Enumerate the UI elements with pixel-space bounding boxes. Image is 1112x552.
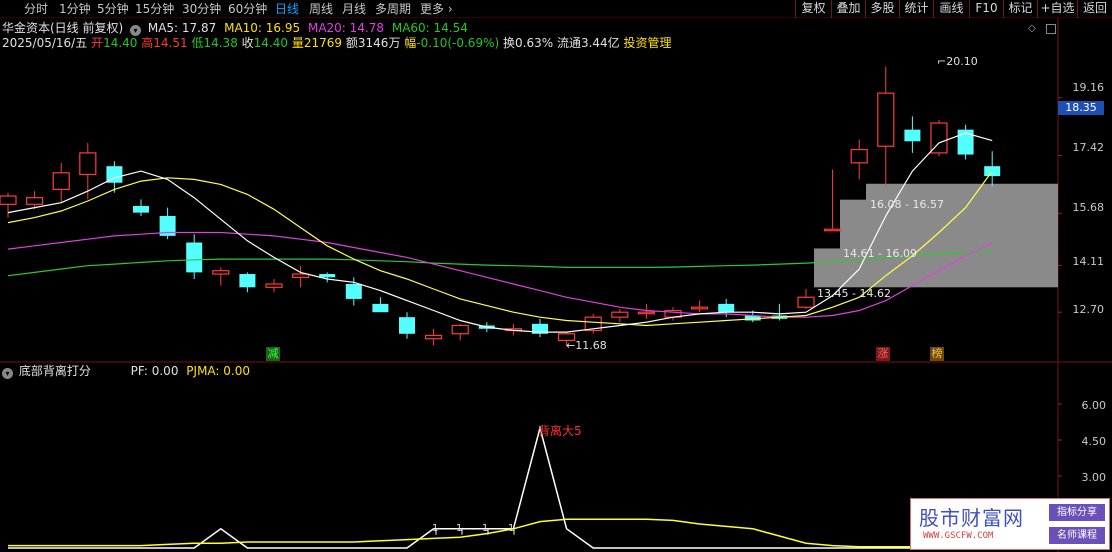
price-tick: 15.68 (1072, 201, 1105, 214)
candle-body (797, 296, 815, 308)
price-tick: 19.16 (1072, 81, 1105, 94)
zone2-label: 14.61 - 16.09 (843, 247, 917, 260)
candle-body (292, 273, 310, 278)
watermark-url: WWW.GSCFW.COM (923, 531, 994, 541)
candle-body (372, 303, 389, 313)
pf-line (8, 425, 993, 549)
indicator-name: 底部背离打分 (18, 364, 91, 378)
current-price-tag: 18.35 (1058, 101, 1104, 115)
indicator-tick: 3.00 (1081, 471, 1107, 484)
candle-body (79, 152, 97, 176)
candle-body (850, 148, 868, 164)
high-mark-value: 20.10 (946, 55, 978, 68)
indicator-tick: 4.50 (1081, 435, 1107, 448)
zone1-label: 16.08 - 16.57 (870, 198, 944, 211)
maximize-icon[interactable] (1046, 24, 1056, 34)
candle-body (212, 270, 230, 275)
indicator-header: ▾ 底部背离打分 PF: 0.00 PJMA: 0.00 (2, 364, 250, 379)
candle-body (637, 311, 656, 315)
low-annotation: ←11.68 (566, 339, 607, 352)
watermark-tag-course: 名师课程 (1049, 527, 1105, 544)
high-annotation: ⌐20.10 (937, 55, 978, 68)
candle-body (345, 283, 362, 299)
dropdown-icon[interactable]: ▾ (2, 368, 13, 379)
tick-one: 1 (482, 523, 489, 534)
candle-body (877, 92, 895, 147)
low-mark-value: 11.68 (575, 339, 607, 352)
candle-body (718, 303, 735, 313)
kline-chart[interactable] (0, 0, 1112, 552)
tick-one: 1 (456, 523, 463, 534)
watermark-tag-share: 指标分享 (1049, 504, 1105, 521)
candle-body (611, 311, 629, 318)
candle-body (239, 274, 256, 288)
rise-tag[interactable]: 涨 (876, 347, 890, 361)
divergence-peak-label: 背离大5 (538, 424, 582, 438)
pjma-value: PJMA: 0.00 (186, 364, 250, 378)
candle-body (265, 283, 283, 288)
price-tick: 17.42 (1072, 141, 1105, 154)
candle-body (52, 172, 70, 190)
candle-body (133, 205, 149, 213)
candle-body (425, 334, 443, 340)
candle-body (399, 317, 415, 334)
diamond-icon[interactable]: ◇ (1028, 23, 1036, 34)
candle-body (26, 197, 44, 205)
candle-body (186, 242, 203, 273)
candle-body (823, 228, 842, 232)
watermark-logo: 股市财富网 WWW.GSCFW.COM 指标分享 名师课程 (910, 498, 1110, 550)
price-tick: 12.70 (1072, 303, 1105, 316)
reduce-tag[interactable]: 减 (266, 347, 280, 361)
candle-body (690, 306, 709, 310)
watermark-title: 股市财富网 (919, 506, 1024, 530)
candle-body (0, 195, 17, 205)
candle-body (451, 324, 469, 335)
tick-one: 1 (432, 523, 439, 534)
price-tick: 14.11 (1072, 255, 1105, 268)
candle-body (319, 274, 336, 278)
pjma-line (8, 518, 993, 548)
candle-body (904, 129, 921, 142)
rank-tag[interactable]: 榜 (930, 347, 944, 361)
tick-one: 1 (508, 523, 515, 534)
pf-value: PF: 0.00 (130, 364, 179, 378)
zone3-label: 13.45 - 14.62 (817, 287, 891, 300)
indicator-tick: 6.00 (1081, 399, 1107, 412)
